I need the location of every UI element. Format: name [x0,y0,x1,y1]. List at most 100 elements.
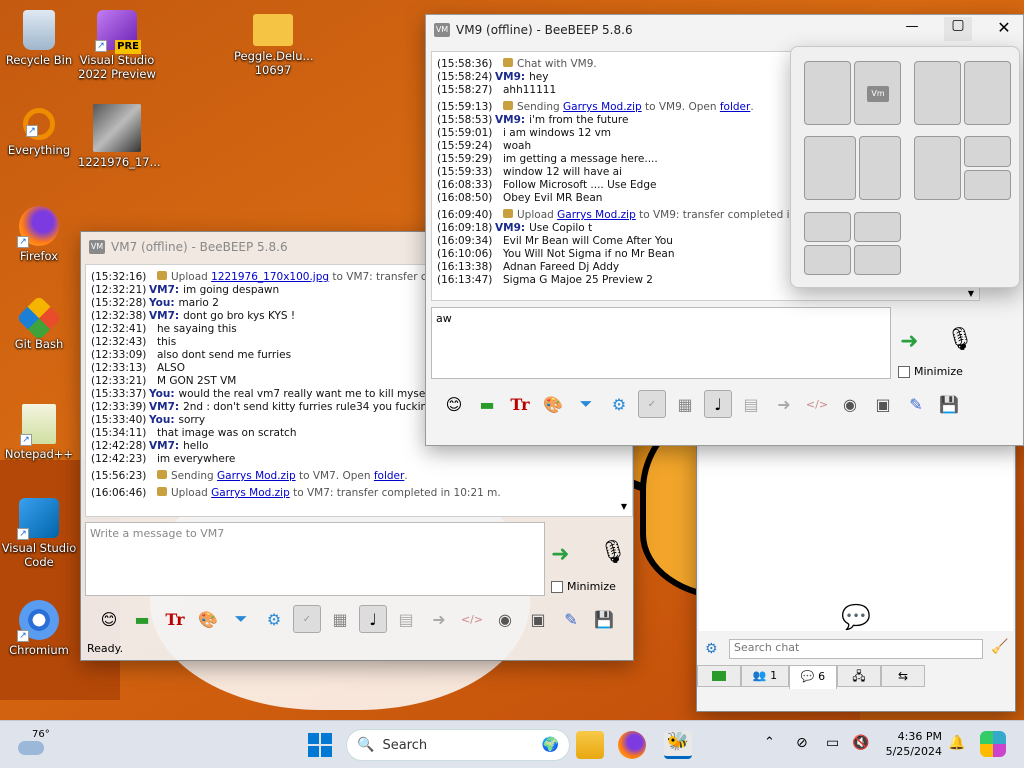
chat-bubbles-icon: 💬 [841,603,871,631]
desktop-icon-firefox[interactable]: ↗ Firefox [0,206,78,263]
vm9-message-input[interactable]: aw [431,307,891,379]
vm7-message-input[interactable]: Write a message to VM7 [85,522,545,596]
cloud-icon [18,741,44,755]
snap-zone[interactable] [964,170,1011,200]
network-offline-icon[interactable]: ⊘ [796,735,808,751]
screenshot-icon[interactable]: ▣ [524,605,552,633]
file-link[interactable]: Garrys Mod.zip [217,470,296,483]
snap-zone[interactable] [964,61,1011,125]
desktop-icon-visual-studio[interactable]: PRE ↗ Visual Studio 2022 Preview [78,10,156,81]
file-link[interactable]: Garrys Mod.zip [557,209,636,222]
weather-widget[interactable]: 76° [18,729,50,759]
spellcheck-icon[interactable]: ✓ [293,605,321,633]
gear-icon[interactable]: ⚙ [705,641,718,657]
desktop-icon-vscode[interactable]: ↗ Visual Studio Code [0,498,78,569]
tab-files[interactable]: ⇆ [881,665,925,687]
snap-zone[interactable] [964,136,1011,167]
color-palette-icon[interactable]: 🎨 [539,390,567,418]
snap-zone[interactable] [914,136,961,200]
filter-icon[interactable]: ⏷ [227,605,255,633]
start-windows-icon[interactable] [308,733,332,757]
search-chat-input[interactable]: Search chat [729,639,983,659]
voice-message-button[interactable]: 🎙 [599,540,633,570]
font-icon[interactable]: Tr [506,390,534,418]
settings-gears-icon[interactable]: ⚙ [605,390,633,418]
taskbar-search-box[interactable]: 🔍 Search 🌍 [346,729,570,761]
clear-search-icon[interactable]: 🧹 [991,639,1008,655]
tab-users[interactable] [697,665,741,687]
snap-zone[interactable] [859,136,901,200]
desktop-icon-notepadpp[interactable]: ↗ Notepad++ [0,404,78,461]
vm9-minimize-checkbox[interactable]: Minimize [898,365,963,378]
file-link[interactable]: 1221976_170x100.jpg [211,271,329,284]
vm9-titlebar[interactable]: VM VM9 (offline) - BeeBEEP 5.8.6 [426,15,1023,45]
firefox-taskbar-icon[interactable] [618,731,646,759]
desktop-icon-peggle[interactable]: Peggle.Delu... 10697 [234,10,314,77]
edit-document-icon[interactable]: ✎ [557,605,585,633]
snap-zone[interactable] [804,212,851,242]
save-icon[interactable]: 💾 [935,390,963,418]
display-icon[interactable]: ▭ [826,735,839,751]
copilot-icon[interactable] [980,731,1006,757]
save-icon[interactable]: 💾 [590,605,618,633]
forward-icon[interactable]: ➜ [425,605,453,633]
sound-icon[interactable]: ♩ [704,390,732,418]
scroll-down-arrow-icon[interactable]: ▼ [964,289,978,301]
file-link[interactable]: folder [720,101,750,114]
send-button[interactable]: ➜ [900,329,934,359]
document-icon[interactable]: ▤ [737,390,765,418]
desktop-icon-image[interactable]: 1221976_17... [78,104,161,169]
tab-groups[interactable]: 👥 1 [741,665,789,687]
minimize-window-button[interactable]: — [900,19,924,41]
snap-zone[interactable] [914,61,961,125]
notification-bell-icon[interactable]: 🔔 [948,735,965,751]
voice-message-button[interactable]: 🎙 [946,327,980,357]
volume-muted-icon[interactable]: 🔇 [852,735,869,751]
snap-zone[interactable]: Vm [854,61,901,125]
document-icon[interactable]: ▤ [392,605,420,633]
snap-zone[interactable] [854,245,901,275]
snap-zone[interactable] [854,212,901,242]
font-icon[interactable]: Tr [161,605,189,633]
spellcheck-icon[interactable]: ✓ [638,390,666,418]
maximize-window-button[interactable]: ▢ [944,17,972,41]
desktop-icon-chromium[interactable]: ↗ Chromium [0,600,78,657]
close-window-button[interactable]: ✕ [992,18,1016,40]
system-text: Sending [517,101,564,113]
snap-zone[interactable] [804,136,856,200]
beebeep-taskbar-icon[interactable]: 🐝 [664,731,692,759]
show-hidden-icons-chevron-icon[interactable]: ⌃ [764,735,775,750]
settings-gears-icon[interactable]: ⚙ [260,605,288,633]
emoji-icon[interactable]: 😊 [95,605,123,633]
screenshot-icon[interactable]: ▣ [869,390,897,418]
filter-icon[interactable]: ⏷ [572,390,600,418]
green-envelope-icon[interactable]: ▬ [473,390,501,418]
dictionary-icon[interactable]: ▦ [326,605,354,633]
desktop-icon-git-bash[interactable]: Git Bash [0,295,78,351]
vm7-minimize-checkbox[interactable]: Minimize [551,580,616,593]
sound-icon[interactable]: ♩ [359,605,387,633]
file-link[interactable]: Garrys Mod.zip [211,487,290,500]
green-envelope-icon[interactable]: ▬ [128,605,156,633]
tab-network[interactable]: 🖧 [837,665,881,687]
desktop-icon-recycle-bin[interactable]: Recycle Bin [0,10,78,67]
file-explorer-icon[interactable] [576,731,604,759]
snap-zone[interactable] [804,61,851,125]
file-link[interactable]: folder [374,470,404,483]
dictionary-icon[interactable]: ▦ [671,390,699,418]
color-palette-icon[interactable]: 🎨 [194,605,222,633]
tab-chats[interactable]: 💬 6 [789,665,837,689]
clock[interactable]: 4:36 PM 5/25/2024 [884,729,942,759]
desktop-icon-everything[interactable]: ↗ Everything [0,108,78,157]
snap-zone[interactable] [804,245,851,275]
html-code-icon[interactable]: </> [458,605,486,633]
send-button[interactable]: ➜ [551,542,585,572]
html-code-icon[interactable]: </> [803,390,831,418]
camera-icon[interactable]: ◉ [491,605,519,633]
camera-icon[interactable]: ◉ [836,390,864,418]
emoji-icon[interactable]: 😊 [440,390,468,418]
edit-document-icon[interactable]: ✎ [902,390,930,418]
scroll-down-arrow-icon[interactable]: ▼ [617,502,631,514]
file-link[interactable]: Garrys Mod.zip [563,101,642,114]
forward-icon[interactable]: ➜ [770,390,798,418]
